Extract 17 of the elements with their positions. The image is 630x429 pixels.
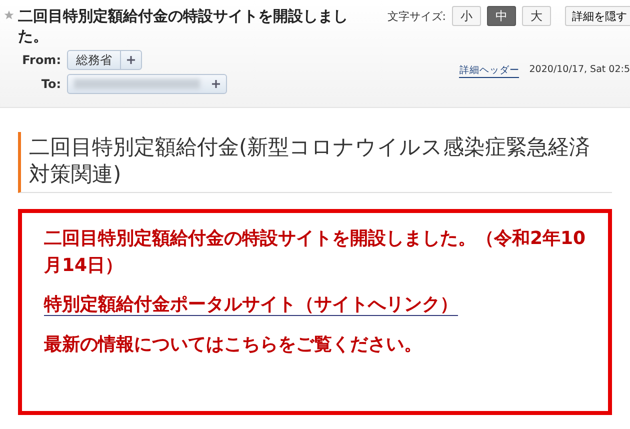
from-label: From: bbox=[21, 53, 61, 67]
font-size-button[interactable]: 小 bbox=[452, 6, 481, 26]
note-text: 最新の情報についてはこちらをご覧ください。 bbox=[44, 333, 423, 357]
email-date: 2020/10/17, Sat 02:5 bbox=[529, 64, 630, 77]
details-header-link[interactable]: 詳細ヘッダー bbox=[459, 64, 520, 78]
portal-link[interactable]: 特別定額給付金ポータルサイト（サイトへリンク） bbox=[44, 294, 458, 316]
star-icon[interactable] bbox=[4, 10, 14, 20]
email-subject: 二回目特別定額給付金の特設サイトを開設しました。 bbox=[18, 6, 349, 46]
hide-details-button[interactable]: 詳細を隠す bbox=[565, 6, 630, 26]
font-size-button[interactable]: 大 bbox=[522, 6, 551, 26]
contact-chip[interactable]: 総務省 bbox=[67, 50, 142, 70]
font-size-label: 文字サイズ: bbox=[387, 8, 446, 24]
announcement-text: 二回目特別定額給付金の特設サイトを開設しました。（令和2年10月14日） bbox=[44, 227, 586, 278]
to-label: To: bbox=[40, 77, 61, 91]
sender-name[interactable]: 総務省 bbox=[68, 51, 121, 69]
section-heading: 二回目特別定額給付金(新型コロナウイルス感染症緊急経済対策関連) bbox=[18, 132, 612, 193]
font-size-button[interactable]: 中 bbox=[487, 6, 516, 26]
